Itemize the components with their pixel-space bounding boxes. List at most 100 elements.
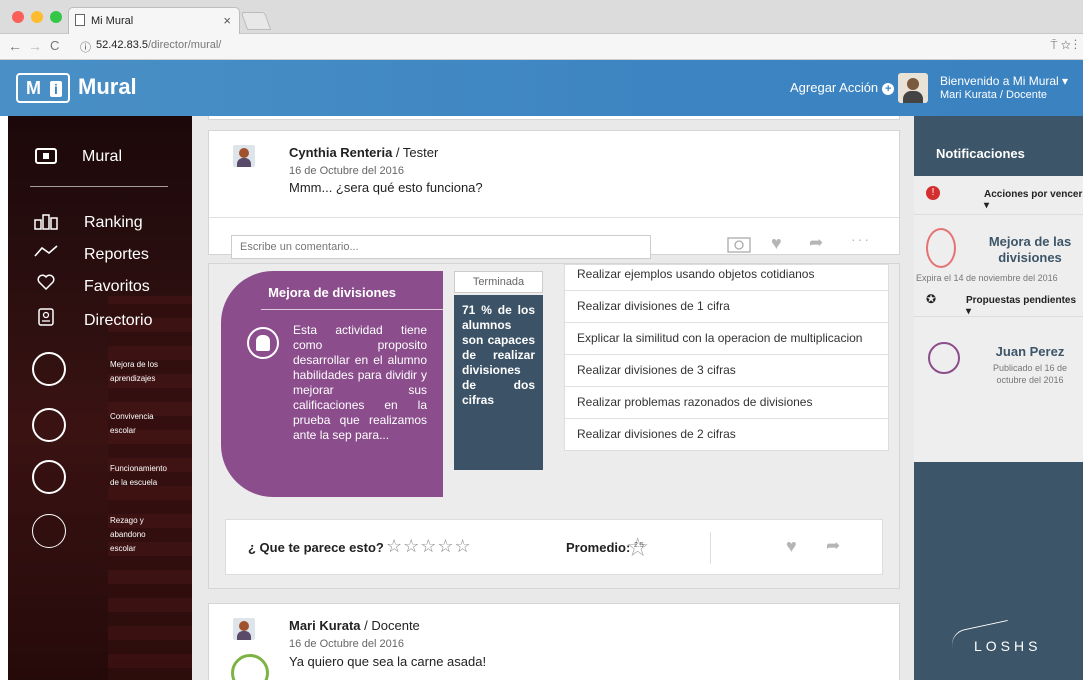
url-path: /director/mural/ <box>148 39 222 51</box>
logo-mark: M i <box>16 73 70 103</box>
list-item: Realizar divisiones de 1 cifra <box>565 291 888 323</box>
logo[interactable]: M i Mural <box>16 73 336 103</box>
forward-icon[interactable]: → <box>28 38 42 54</box>
people-icon <box>32 408 66 442</box>
comment-input[interactable] <box>232 236 650 258</box>
sidebar-category-rezago[interactable]: Rezago y abandono escolar <box>110 514 146 556</box>
task-list: Realizar ejemplos usando objetos cotidia… <box>564 264 889 451</box>
tab-title: Mi Mural <box>91 15 134 27</box>
list-item: Explicar la similitud con la operacion d… <box>565 323 888 355</box>
post-text: Mmm... ¿sera qué esto funciona? <box>289 180 483 195</box>
address-bar: ← → C ⓘ 52.42.83.5/director/mural/ ⍑ ☆ ⋮ <box>0 34 1083 60</box>
logo-text: Mural <box>78 74 137 99</box>
browser-tab[interactable]: Mi Mural × <box>68 7 240 34</box>
post-card: Mari Kurata / Docente 16 de Octubre del … <box>208 603 900 680</box>
sidebar-item-reportes[interactable]: Reportes <box>84 246 149 264</box>
activity-header[interactable]: Mejora de divisiones Esta actividad tien… <box>221 271 443 497</box>
avatar[interactable] <box>233 145 255 167</box>
comment-field[interactable] <box>231 235 651 259</box>
browser-tab-bar: Mi Mural × <box>0 0 1083 34</box>
sidebar-category-funcionamiento[interactable]: Funcionamiento de la escuela <box>110 462 167 490</box>
sidebar-item-mural[interactable]: Mural <box>82 148 122 166</box>
rating-label: ¿ Que te parece esto? <box>248 540 384 555</box>
ranking-icon <box>34 214 58 230</box>
notifications-title: Notificaciones <box>936 146 1025 161</box>
due-actions-dropdown[interactable]: Acciones por vencer ▾ <box>984 189 1083 211</box>
maximize-window-button[interactable] <box>50 11 62 23</box>
page-icon <box>75 14 85 26</box>
like-heart-icon[interactable]: ♥ <box>786 536 797 557</box>
reload-icon[interactable]: C <box>50 38 59 53</box>
add-action-button[interactable]: Agregar Acción + <box>790 80 895 95</box>
more-options-icon[interactable]: ··· <box>851 231 871 247</box>
post-author[interactable]: Cynthia Renteria <box>289 145 392 160</box>
person-meta: Publicado el 16 de octubre del 2016 <box>992 363 1068 385</box>
status-badge: Terminada <box>454 271 543 293</box>
share-arrow-icon[interactable]: ➦ <box>809 233 823 253</box>
user-name: Mari Kurata / Docente <box>940 89 1047 101</box>
notification-title[interactable]: Mejora de las divisiones <box>980 234 1080 266</box>
sidebar-item-ranking[interactable]: Ranking <box>84 214 143 232</box>
school-icon <box>231 654 269 680</box>
rating-bar: ¿ Que te parece esto? ☆☆☆☆☆ Promedio: ☆ … <box>225 519 883 575</box>
learning-icon <box>32 352 66 386</box>
notification-expiry: Expira el 14 de noviembre del 2016 <box>916 273 1058 283</box>
like-heart-icon[interactable]: ♥ <box>771 233 782 254</box>
app-header: M i Mural Agregar Acción + Bienvenido a M… <box>0 60 1083 116</box>
post-role: / Tester <box>392 145 439 160</box>
sidebar-item-directorio[interactable]: Directorio <box>84 312 152 330</box>
sidebar-divider <box>30 186 168 187</box>
url-field[interactable]: ⓘ 52.42.83.5/director/mural/ <box>80 38 1060 56</box>
activity-result: 71 % de los alumnos son capaces de reali… <box>454 295 543 470</box>
user-avatar[interactable] <box>898 73 928 103</box>
new-tab-button[interactable] <box>240 12 272 30</box>
add-action-label: Agregar Acción <box>790 80 879 95</box>
post-date: 16 de Octubre del 2016 <box>289 165 404 177</box>
tab-close-icon[interactable]: × <box>223 13 231 28</box>
back-icon[interactable]: ← <box>8 38 22 54</box>
sidebar-item-favoritos[interactable]: Favoritos <box>84 278 150 296</box>
list-item: Realizar problemas razonados de division… <box>565 387 888 419</box>
person-badge-icon <box>928 342 960 374</box>
brand-logo: LOSHS <box>974 638 1042 654</box>
previous-card <box>208 116 900 120</box>
notifications-panel: Notificaciones ! Acciones por vencer ▾ M… <box>914 116 1083 680</box>
close-window-button[interactable] <box>12 11 24 23</box>
heart-icon <box>37 274 55 290</box>
avatar[interactable] <box>233 618 255 640</box>
url-host: 52.42.83.5 <box>96 39 148 51</box>
share-arrow-icon[interactable]: ➦ <box>826 536 840 556</box>
welcome-text: Bienvenido a Mi Mural ▾ <box>940 74 1069 88</box>
post-role: / Docente <box>360 618 420 633</box>
activity-status: Terminada 71 % de los alumnos son capace… <box>454 271 543 470</box>
minimize-window-button[interactable] <box>31 11 43 23</box>
sidebar-category-convivencia[interactable]: Convivencia escolar <box>110 410 154 438</box>
dropout-icon <box>32 514 66 548</box>
post-text: Ya quiero que sea la carne asada! <box>289 654 487 669</box>
browser-menu-icons[interactable]: ⍑ ☆ ⋮ <box>1050 38 1077 53</box>
mural-icon <box>35 148 57 164</box>
main-feed: Cynthia Renteria / Tester 16 de Octubre … <box>192 116 914 680</box>
list-item: Realizar ejemplos usando objetos cotidia… <box>565 265 888 291</box>
award-icon: ✪ <box>926 292 937 306</box>
person-name[interactable]: Juan Perez <box>980 344 1080 360</box>
activity-description: Esta actividad tiene como proposito desa… <box>293 323 427 442</box>
school-icon <box>32 460 66 494</box>
directory-icon <box>38 308 54 326</box>
camera-icon[interactable] <box>727 235 751 253</box>
activity-title: Mejora de divisiones <box>268 285 396 300</box>
post-author[interactable]: Mari Kurata <box>289 618 361 633</box>
list-item: Realizar divisiones de 2 cifras <box>577 427 736 441</box>
pending-proposals-dropdown[interactable]: Propuestas pendientes ▾ <box>966 295 1083 317</box>
sidebar-category-aprendizajes[interactable]: Mejora de los aprendizajes <box>110 358 158 386</box>
post-date: 16 de Octubre del 2016 <box>289 638 404 650</box>
rating-stars[interactable]: ☆☆☆☆☆ <box>386 536 472 557</box>
info-icon[interactable]: ⓘ <box>80 39 91 55</box>
average-value: 2.5 <box>634 542 644 549</box>
user-menu[interactable]: Bienvenido a Mi Mural ▾ Mari Kurata / Do… <box>940 74 1068 102</box>
learning-icon <box>247 327 279 359</box>
plus-icon: + <box>882 83 895 95</box>
divider <box>209 217 899 218</box>
sidebar: Mural Ranking Reportes Favoritos Directo… <box>8 116 192 680</box>
reports-icon <box>34 245 58 257</box>
